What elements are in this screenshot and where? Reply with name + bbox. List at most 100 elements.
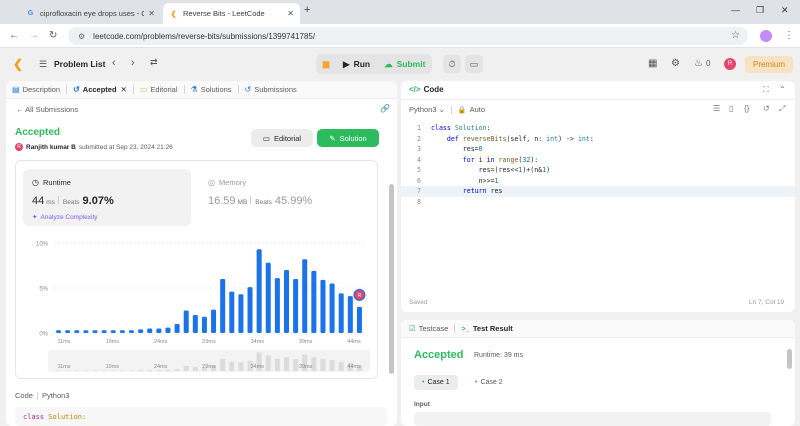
close-icon[interactable]: ✕ (287, 9, 294, 18)
runtime-distribution-chart[interactable]: 0% 5% 10% R 11ms 19ms 24ms 29ms 34ms 39ms 44ms 11ms… (16, 231, 379, 379)
reload-icon[interactable]: ↻ (49, 30, 57, 41)
chart-bar[interactable] (192, 315, 198, 333)
chart-bar[interactable] (220, 279, 226, 333)
premium-button[interactable]: Premium (745, 56, 793, 73)
all-submissions-link[interactable]: ← All Submissions (16, 105, 78, 114)
share-link-icon[interactable]: 🔗 (380, 104, 390, 113)
close-icon[interactable]: ✕ (148, 9, 155, 18)
chart-bar[interactable] (347, 296, 353, 333)
chart-bar[interactable] (201, 316, 207, 333)
browser-tab-google[interactable]: G ciprofloxacin eye drops uses - G ✕ (20, 3, 161, 24)
chart-bar[interactable] (65, 330, 71, 333)
case-2-button[interactable]: • Case 2 (467, 375, 511, 390)
tab-code[interactable]: </> Code (409, 85, 444, 94)
memory-box[interactable]: ◎ Memory 16.59 MB Beats 45.99% (199, 169, 367, 226)
chart-bar[interactable] (138, 329, 144, 333)
timer-button[interactable]: ⏱ (443, 55, 461, 73)
avatar[interactable]: R (724, 58, 736, 70)
chart-bar[interactable] (238, 294, 244, 333)
analyze-complexity-link[interactable]: ✦ Analyze Complexity (32, 213, 98, 222)
fire-streak-icon[interactable]: ♨ (694, 58, 703, 69)
tab-editorial[interactable]: ▭ Editorial (140, 85, 178, 94)
case-1-button[interactable]: • Case 1 (414, 375, 458, 390)
chart-bar[interactable] (183, 310, 189, 334)
format-icon[interactable]: ☰ (713, 104, 720, 113)
profile-icon[interactable] (760, 30, 772, 42)
chart-bar[interactable] (165, 327, 171, 333)
chart-bar[interactable] (311, 270, 317, 333)
list-icon[interactable]: ☰ (39, 59, 47, 70)
solution-button[interactable]: ✎ Solution (317, 129, 379, 147)
runtime-box[interactable]: ◷ Runtime 44 ms Beats 9.07% ✦ Analyze Comp… (23, 169, 191, 226)
result-scrollbar[interactable] (787, 349, 792, 369)
chart-bar[interactable] (320, 279, 326, 333)
tab-solutions[interactable]: ⚗ Solutions (191, 85, 232, 94)
chart-bar[interactable] (265, 262, 271, 333)
menu-kebab-icon[interactable]: ⋮ (784, 30, 794, 41)
chart-bar[interactable] (83, 330, 89, 333)
tab-submissions[interactable]: ↺ Submissions (245, 85, 297, 94)
minimize-icon[interactable]: — (731, 5, 740, 15)
chart-bar[interactable] (329, 283, 335, 334)
tab-description[interactable]: ▤ Description (12, 85, 60, 94)
forward-icon[interactable]: → (29, 30, 39, 41)
maximize-icon[interactable]: ⛶ (763, 85, 769, 95)
tab-testcase[interactable]: ☑ Testcase (409, 324, 448, 333)
code-line[interactable]: 1 class Solution: (401, 123, 795, 134)
author-name[interactable]: Ranjith kumar B (26, 144, 76, 151)
chart-bar[interactable] (274, 278, 280, 333)
chart-bar[interactable] (156, 328, 162, 334)
bookmark-star-icon[interactable]: ☆ (731, 30, 740, 41)
chart-bar[interactable] (119, 330, 125, 333)
back-icon[interactable]: ← (9, 30, 19, 41)
chart-bar[interactable] (74, 330, 80, 333)
settings-gear-icon[interactable]: ⚙ (671, 58, 680, 69)
left-panel-scrollbar[interactable] (389, 184, 394, 374)
mode-auto[interactable]: Auto (470, 105, 485, 114)
close-icon[interactable]: ✕ (121, 85, 127, 94)
chart-bar[interactable] (101, 330, 107, 333)
code-line[interactable]: 5 res=(res<<1)+(n&1) (401, 165, 795, 176)
prev-problem-icon[interactable]: ‹ (112, 57, 116, 69)
restore-icon[interactable]: ❐ (756, 5, 764, 16)
submit-button[interactable]: ☁ Submit (377, 54, 432, 74)
code-editor[interactable]: 1 class Solution: 2 def reverseBits(self, … (401, 123, 795, 207)
chart-bar[interactable] (128, 330, 135, 333)
fullscreen-icon[interactable]: ⤢ (779, 104, 785, 114)
debug-icon[interactable]: ▦ (316, 54, 336, 74)
chart-bar[interactable] (110, 330, 116, 333)
submitted-code-preview[interactable]: class Solution: (15, 407, 387, 426)
avatar[interactable]: R (15, 143, 23, 151)
chart-bar[interactable] (174, 324, 180, 333)
next-problem-icon[interactable]: › (131, 57, 135, 69)
url-field[interactable]: ⚙ leetcode.com/problems/reverse-bits/sub… (68, 27, 748, 45)
layout-icon[interactable]: ▦ (648, 58, 657, 69)
chart-bar[interactable] (293, 279, 299, 333)
chart-bar[interactable] (247, 287, 253, 333)
code-line[interactable]: 6 n>>=1 (401, 176, 795, 187)
chart-bar[interactable] (338, 293, 344, 333)
tab-accepted[interactable]: ↺ Accepted ✕ (73, 85, 127, 94)
chart-bar[interactable] (56, 330, 62, 333)
run-button[interactable]: ▶ Run (336, 54, 377, 74)
editorial-button[interactable]: ▭ Editorial (251, 129, 313, 147)
bookmark-icon[interactable]: ▯ (729, 104, 733, 113)
chart-bar[interactable] (147, 328, 153, 334)
chart-bar[interactable] (283, 270, 290, 333)
code-line[interactable]: 7 return res (401, 186, 795, 197)
code-line[interactable]: 3 res=0 (401, 144, 795, 155)
site-info-icon[interactable]: ⚙ (78, 32, 85, 41)
chart-bar[interactable] (356, 306, 362, 333)
shuffle-icon[interactable]: ⇄ (150, 57, 158, 68)
code-line[interactable]: 4 for i in range(32): (401, 155, 795, 166)
chart-bar[interactable] (229, 291, 235, 333)
close-window-icon[interactable]: ✕ (781, 5, 789, 16)
braces-icon[interactable]: {} (744, 104, 749, 113)
chart-bar[interactable] (92, 330, 98, 333)
code-line[interactable]: 2 def reverseBits(self, n: int) -> int: (401, 134, 795, 145)
tab-test-result[interactable]: >_ Test Result (461, 324, 512, 333)
code-line[interactable]: 8 (401, 197, 795, 208)
collapse-icon[interactable]: ⌃ (779, 85, 786, 94)
problem-list-link[interactable]: Problem List (54, 59, 105, 69)
chart-bar[interactable] (256, 249, 262, 333)
